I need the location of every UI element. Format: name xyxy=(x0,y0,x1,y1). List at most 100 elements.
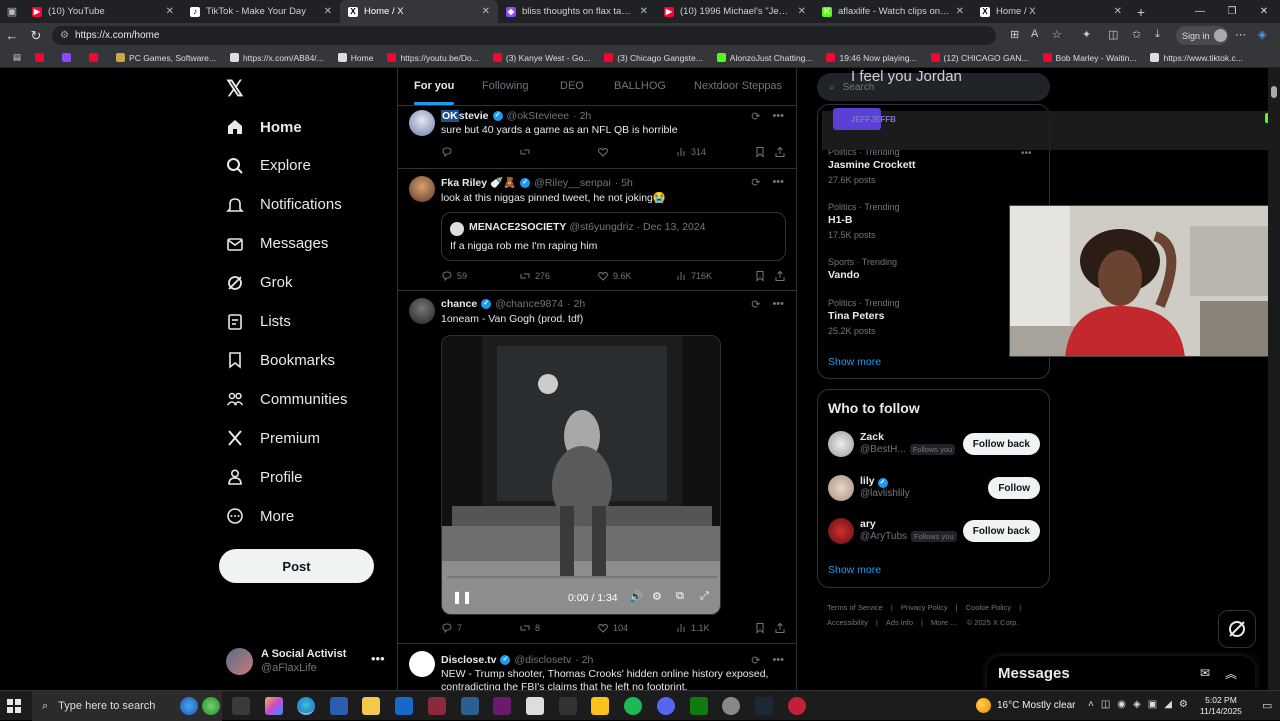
tab-deo[interactable]: DEO xyxy=(560,80,584,92)
avatar[interactable] xyxy=(409,110,435,136)
reload-icon[interactable]: ↻ xyxy=(24,28,48,44)
tweet-time[interactable]: · 2h xyxy=(575,654,593,666)
bookmark-item[interactable]: https://youtu.be/Do... xyxy=(380,53,485,63)
tweet[interactable]: OK stevie ✓ @okStevieee · 2h ⟳ ••• sure b… xyxy=(398,106,796,169)
tweet-time[interactable]: · 5h xyxy=(615,177,633,189)
avatar[interactable] xyxy=(409,176,435,202)
follow-suggestion[interactable]: ary @AryTubs Follows you Follow back xyxy=(828,518,1040,550)
retweet-button[interactable] xyxy=(519,146,535,158)
notifications-icon[interactable]: ▭ xyxy=(1262,699,1272,712)
close-tab-icon[interactable]: ✕ xyxy=(956,6,964,17)
bookmark-item[interactable]: (3) Kanye West - Go... xyxy=(486,53,597,63)
sidebar-item-lists[interactable]: Lists xyxy=(226,308,291,336)
start-windows-icon[interactable] xyxy=(7,699,21,713)
tab-nextdoor-steppas[interactable]: Nextdoor Steppas xyxy=(694,80,782,92)
bookmark-item[interactable]: (3) Chicago Gangste... xyxy=(597,53,710,63)
trend-name[interactable]: Jasmine Crockett xyxy=(828,159,916,171)
bookmark-item[interactable]: Bob Marley - Waitin... xyxy=(1036,53,1144,63)
discord-icon[interactable] xyxy=(657,697,675,715)
follow-button[interactable]: Follow xyxy=(988,477,1040,499)
views-button[interactable]: 1.1K xyxy=(675,622,710,634)
tweet[interactable]: Disclose.tv ✓ @disclosetv · 2h ⟳ ••• NEW… xyxy=(398,644,796,690)
share-button[interactable] xyxy=(774,146,786,158)
xbox-icon[interactable] xyxy=(690,697,708,715)
bookmark-item[interactable]: PC Games, Software... xyxy=(109,53,223,63)
app-icon[interactable] xyxy=(591,697,609,715)
bookmark-item[interactable] xyxy=(82,53,109,63)
picture-in-picture-icon[interactable]: ⧉ xyxy=(676,590,684,603)
accessibility-link[interactable]: Accessibility xyxy=(827,618,868,627)
author-name[interactable]: stevie xyxy=(459,110,489,122)
user-name[interactable]: Zack xyxy=(860,431,884,443)
tweet[interactable]: Fka Riley 🍼🧸 ✓ @Riley__senpai · 5h ⟳ •••… xyxy=(398,169,796,291)
spotify-icon[interactable] xyxy=(624,697,642,715)
reply-button[interactable]: 7 xyxy=(441,622,462,634)
reply-button[interactable]: 59 xyxy=(441,270,467,282)
messages-drawer[interactable]: Messages ✉ ︽ xyxy=(987,656,1255,690)
more-dots-icon[interactable]: ••• xyxy=(772,176,784,189)
browser-tab[interactable]: X Home / X ✕ xyxy=(340,0,498,23)
close-tab-icon[interactable]: ✕ xyxy=(324,6,332,17)
weather-widget[interactable]: 16°C Mostly clear xyxy=(976,698,1075,713)
follow-suggestion[interactable]: Zack @BestH... Follows you Follow back xyxy=(828,431,1040,463)
translate-icon[interactable]: A xyxy=(1031,28,1038,40)
reply-button[interactable] xyxy=(441,146,457,158)
tab-following[interactable]: Following xyxy=(482,80,528,92)
outlook-app-icon[interactable] xyxy=(395,697,413,715)
sidebar-item-communities[interactable]: Communities xyxy=(226,385,348,413)
follow-back-button[interactable]: Follow back xyxy=(962,433,1040,455)
site-info-icon[interactable]: ⚙ xyxy=(60,30,69,41)
like-button[interactable] xyxy=(597,146,613,158)
avatar[interactable] xyxy=(828,431,854,457)
follow-suggestion[interactable]: lily ✓ @lavlishlily Follow xyxy=(828,475,1040,507)
more-dots-icon[interactable]: ••• xyxy=(772,298,784,311)
bookmark-item[interactable]: 19:46 Now playing... xyxy=(819,53,923,63)
video-progress-bar[interactable] xyxy=(447,576,717,578)
back-arrow-icon[interactable]: ← xyxy=(0,28,24,43)
share-button[interactable] xyxy=(774,270,786,282)
store-app-icon[interactable] xyxy=(330,697,348,715)
steam-icon[interactable] xyxy=(755,697,773,715)
author-handle[interactable]: @Riley__senpai xyxy=(534,177,611,189)
apps-icon[interactable]: ▤ xyxy=(6,52,28,63)
sidebar-item-grok[interactable]: Grok xyxy=(226,269,293,297)
ads-info-link[interactable]: Ads info xyxy=(886,618,913,627)
user-name[interactable]: lily xyxy=(860,475,875,487)
app-tray-icon[interactable]: ⚙ xyxy=(1179,699,1188,710)
address-bar[interactable]: ⚙ https://x.com/home xyxy=(52,26,996,45)
retweet-button[interactable]: 8 xyxy=(519,622,540,634)
settings-gear-icon[interactable]: ⚙ xyxy=(652,590,662,603)
quoted-tweet[interactable]: MENACE2SOCIETY @st6yungdriz · Dec 13, 20… xyxy=(441,212,786,261)
browser-tab[interactable]: X Home / X ✕ xyxy=(972,0,1130,23)
terms-link[interactable]: Terms of Service xyxy=(827,603,883,612)
grok-analyze-icon[interactable]: ⟳ xyxy=(751,110,760,123)
avatar[interactable] xyxy=(409,651,435,677)
restore-icon[interactable]: ❐ xyxy=(1216,0,1248,23)
sidebar-item-premium[interactable]: Premium xyxy=(226,424,320,452)
avatar[interactable] xyxy=(828,518,854,544)
bookmark-item[interactable] xyxy=(55,53,82,63)
post-button[interactable]: Post xyxy=(219,549,374,583)
sidebar-item-more[interactable]: More xyxy=(226,502,294,530)
browser-tab[interactable]: ▶ (10) 1996 Michael's "Jew Me Sue ✕ xyxy=(656,0,814,23)
media-app-icon[interactable] xyxy=(428,697,446,715)
capture-app-icon[interactable] xyxy=(493,697,511,715)
app-tray-icon[interactable]: ◉ xyxy=(1117,699,1126,710)
bookmark-item[interactable]: https://www.tiktok.c... xyxy=(1143,53,1249,63)
copilot-app-icon[interactable] xyxy=(265,697,283,715)
close-window-icon[interactable]: ✕ xyxy=(1248,0,1280,23)
tweet[interactable]: chance ✓ @chance9874 · 2h ⟳ ••• 1oneam -… xyxy=(398,291,796,644)
cookie-link[interactable]: Cookie Policy xyxy=(966,603,1011,612)
extensions-icon[interactable]: ✦ xyxy=(1082,28,1091,41)
browser-tab[interactable]: Kaflaxlife - Watch clips on Kick ✕ xyxy=(814,0,972,23)
browser-tab[interactable]: ◆ bliss thoughts on flax take - Twitc ✕ xyxy=(498,0,656,23)
expand-chevron-icon[interactable]: ︽ xyxy=(1225,665,1237,682)
trend-name[interactable]: H1-B xyxy=(828,214,853,226)
sidebar-item-profile[interactable]: Profile xyxy=(226,463,303,491)
taskbar-clock[interactable]: 5:02 PM 11/14/2025 xyxy=(1200,695,1242,717)
app-icon[interactable] xyxy=(722,697,740,715)
widgets-icon[interactable] xyxy=(202,697,220,715)
sidebar-item-home[interactable]: Home xyxy=(226,113,302,141)
network-icon[interactable]: ◫ xyxy=(1101,699,1110,710)
tab-actions-icon[interactable]: ▣ xyxy=(0,0,24,23)
